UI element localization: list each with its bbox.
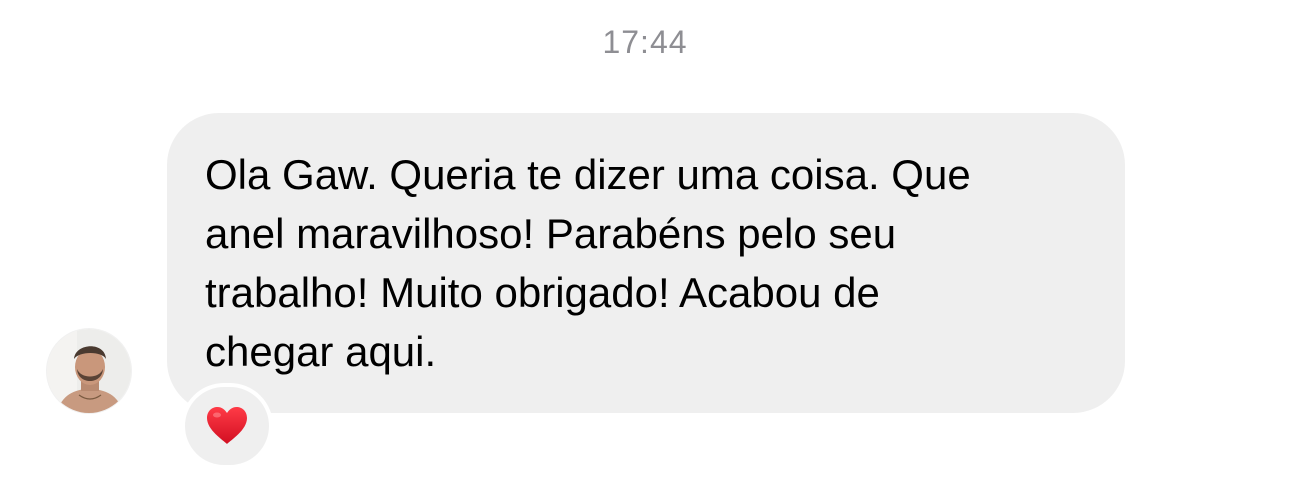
red-heart-icon <box>207 407 247 444</box>
message-text: Ola Gaw. Queria te dizer uma coisa. Que … <box>205 151 971 375</box>
message-timestamp: 17:44 <box>602 24 688 60</box>
sender-avatar[interactable] <box>47 329 131 413</box>
profile-photo-icon <box>47 329 131 413</box>
reaction-badge[interactable] <box>181 383 273 469</box>
message-bubble[interactable]: Ola Gaw. Queria te dizer uma coisa. Que … <box>167 113 1125 413</box>
